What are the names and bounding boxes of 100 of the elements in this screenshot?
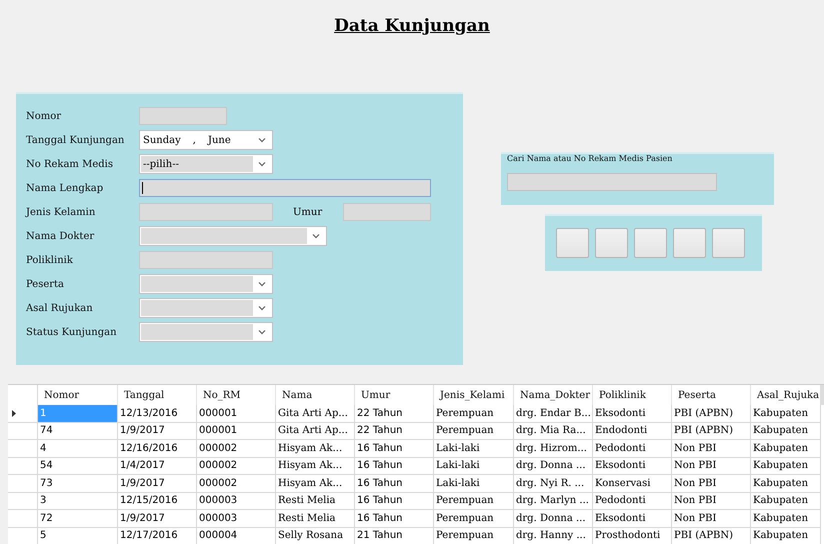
table-cell: 16 Tahun: [355, 510, 434, 528]
date-picker[interactable]: Sunday , June: [139, 130, 273, 150]
table-cell: 21 Tahun: [355, 528, 434, 544]
table-cell: Perempuan: [434, 422, 514, 440]
table-cell: 12/15/2016: [118, 492, 197, 510]
field-label: Peserta: [26, 278, 66, 290]
text-field[interactable]: [139, 107, 227, 125]
table-cell: 12/16/2016: [118, 440, 197, 458]
table-cell: 000002: [197, 440, 276, 458]
table-cell: drg. Marlyn ...: [514, 492, 593, 510]
table-cell: 4: [38, 440, 118, 458]
field-label: Nama Dokter: [26, 230, 96, 242]
table-cell: Perempuan: [434, 405, 514, 422]
search-legend: Cari Nama atau No Rekam Medis Pasien: [507, 154, 774, 163]
table-cell: 72: [38, 510, 118, 528]
table-cell: Endodonti: [593, 422, 672, 440]
table-cell: 000004: [197, 528, 276, 544]
chevron-down-icon: [312, 233, 320, 239]
table-cell: Kabupaten: [751, 405, 821, 422]
field-label: Umur: [293, 206, 323, 218]
dropdown[interactable]: [139, 274, 273, 294]
table-cell: Perempuan: [434, 492, 514, 510]
table-cell: Kabupaten: [751, 528, 821, 544]
field-label: No Rekam Medis: [26, 158, 114, 170]
table-cell: Hisyam Ak...: [276, 458, 355, 475]
table-cell: 22 Tahun: [355, 405, 434, 422]
table-cell: 1/4/2017: [118, 458, 197, 475]
blank-button[interactable]: [673, 228, 706, 258]
table-cell: 16 Tahun: [355, 492, 434, 510]
table-cell: 12/13/2016: [118, 405, 197, 422]
table-cell: 000001: [197, 422, 276, 440]
table-cell: Prosthodonti: [593, 528, 672, 544]
table-cell: Laki-laki: [434, 458, 514, 475]
table-cell: Laki-laki: [434, 475, 514, 492]
blank-button[interactable]: [634, 228, 667, 258]
dropdown[interactable]: [139, 226, 327, 246]
table-cell: PBI (APBN): [672, 528, 751, 544]
table-cell: Kabupaten: [751, 475, 821, 492]
blank-button[interactable]: [556, 228, 589, 258]
text-field[interactable]: [343, 203, 431, 221]
table-cell: 73: [38, 475, 118, 492]
search-field[interactable]: [507, 173, 717, 191]
text-field[interactable]: [139, 251, 273, 269]
table-cell: Pedodonti: [593, 492, 672, 510]
table-cell: 22 Tahun: [355, 422, 434, 440]
table-cell: Non PBI: [672, 440, 751, 458]
table-cell: Non PBI: [672, 492, 751, 510]
table-cell: Eksodonti: [593, 405, 672, 422]
table-cell: Kabupaten: [751, 440, 821, 458]
table-cell: Konservasi: [593, 475, 672, 492]
table-cell: drg. Donna ...: [514, 458, 593, 475]
chevron-down-icon: [258, 161, 266, 167]
table-cell: Gita Arti Ap...: [276, 405, 355, 422]
chevron-down-icon: [258, 329, 266, 335]
chevron-down-icon: [258, 281, 266, 287]
dropdown[interactable]: --pilih--: [139, 154, 273, 174]
table-cell: 000003: [197, 510, 276, 528]
field-label: Poliklinik: [26, 254, 74, 266]
table-cell: 1/9/2017: [118, 510, 197, 528]
table-cell: 5: [38, 528, 118, 544]
table-cell: drg. Hizrom...: [514, 440, 593, 458]
table-cell: 000003: [197, 492, 276, 510]
table-cell: 54: [38, 458, 118, 475]
chevron-down-icon: [258, 305, 266, 311]
dropdown[interactable]: [139, 298, 273, 318]
table-cell: Non PBI: [672, 475, 751, 492]
table-cell: 000001: [197, 405, 276, 422]
table-cell: 1: [38, 405, 118, 422]
text-field[interactable]: [139, 203, 273, 221]
text-field[interactable]: [139, 179, 431, 197]
table-cell: 12/17/2016: [118, 528, 197, 544]
table-cell: 000002: [197, 475, 276, 492]
table-cell: Kabupaten: [751, 422, 821, 440]
table-cell: Hisyam Ak...: [276, 475, 355, 492]
table-cell: 3: [38, 492, 118, 510]
table-cell: 16 Tahun: [355, 458, 434, 475]
table-cell: 1/9/2017: [118, 475, 197, 492]
table-cell: Resti Melia: [276, 492, 355, 510]
blank-button[interactable]: [712, 228, 745, 258]
dropdown[interactable]: [139, 322, 273, 342]
table-cell: Hisyam Ak...: [276, 440, 355, 458]
table-cell: 16 Tahun: [355, 440, 434, 458]
chevron-down-icon: [258, 137, 266, 143]
table-cell: Perempuan: [434, 510, 514, 528]
table-cell: Pedodonti: [593, 440, 672, 458]
table-cell: drg. Endar B...: [514, 405, 593, 422]
table-cell: PBI (APBN): [672, 405, 751, 422]
table-cell: Laki-laki: [434, 440, 514, 458]
blank-button[interactable]: [595, 228, 628, 258]
field-label: Nama Lengkap: [26, 182, 104, 194]
table-cell: Gita Arti Ap...: [276, 422, 355, 440]
table-cell: Eksodonti: [593, 510, 672, 528]
table-cell: PBI (APBN): [672, 422, 751, 440]
table-cell: Resti Melia: [276, 510, 355, 528]
table-cell: Selly Rosana: [276, 528, 355, 544]
field-label: Asal Rujukan: [26, 302, 94, 314]
field-label: Jenis Kelamin: [26, 206, 96, 218]
table-cell: Kabupaten: [751, 458, 821, 475]
field-label: Status Kunjungan: [26, 326, 118, 338]
table-cell: 74: [38, 422, 118, 440]
